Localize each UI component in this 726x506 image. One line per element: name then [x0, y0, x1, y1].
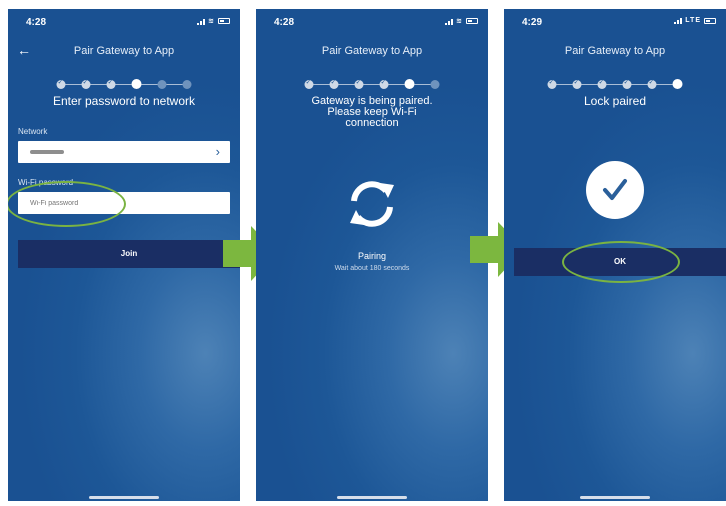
step-dot [81, 78, 91, 89]
screen-enter-password: 4:28 ≋ ← Pair Gateway to App Enter passw… [8, 9, 240, 501]
join-button[interactable]: Join [18, 240, 240, 268]
page-title: Pair Gateway to App [73, 45, 175, 57]
signal-icon [197, 18, 206, 25]
step-dot-current [404, 79, 415, 89]
step-dot [304, 78, 314, 89]
wifi-icon: ≋ [456, 18, 463, 25]
battery-icon [218, 18, 230, 24]
step-dot [547, 78, 557, 89]
chevron-right-icon: › [215, 144, 220, 159]
step-dot [622, 78, 632, 89]
status-indicators: ≋ [445, 17, 478, 25]
heading: Lock paired [583, 94, 647, 108]
status-bar: 4:28 ≋ [26, 17, 230, 29]
step-dot [354, 78, 364, 89]
status-time: 4:28 [274, 17, 295, 28]
status-time: 4:28 [26, 17, 47, 28]
home-indicator [580, 496, 650, 499]
status-indicators: LTE [674, 17, 716, 24]
step-dot [647, 78, 657, 89]
step-dot [430, 79, 440, 89]
step-dot [329, 78, 339, 89]
status-indicators: ≋ [197, 17, 230, 25]
heading-line: connection [345, 117, 399, 129]
progress-steps [547, 78, 683, 89]
screen-pairing: 4:28 ≋ Pair Gateway to App Gateway is be… [256, 9, 488, 501]
network-name-redacted [30, 150, 64, 154]
step-dot [572, 78, 582, 89]
step-dot-current [672, 79, 683, 89]
battery-icon [466, 18, 478, 24]
heading: Enter password to network [52, 94, 196, 108]
battery-icon [704, 17, 716, 24]
home-indicator [337, 496, 407, 499]
network-select[interactable]: › [18, 141, 230, 163]
status-time: 4:29 [522, 17, 543, 28]
signal-icon [445, 18, 454, 25]
status-bar: 4:29 LTE [522, 17, 716, 29]
ok-highlight-circle [562, 241, 680, 283]
step-dot [56, 78, 66, 89]
step-dot [106, 78, 116, 89]
wifi-icon: ≋ [208, 18, 215, 25]
step-dot [379, 78, 389, 89]
page-title: Pair Gateway to App [564, 45, 666, 57]
check-icon [603, 179, 627, 200]
network-label: Network [18, 127, 48, 136]
status-bar: 4:28 ≋ [274, 17, 478, 29]
progress-steps [56, 78, 192, 89]
sync-icon [350, 181, 394, 227]
password-highlight-circle [8, 181, 126, 227]
network-type: LTE [685, 17, 701, 24]
heading: Gateway is being paired. Please keep Wi-… [256, 96, 488, 129]
home-indicator [89, 496, 159, 499]
step-dot [157, 79, 167, 89]
check-circle [586, 161, 644, 219]
step-dot [182, 79, 192, 89]
pairing-status: Pairing [357, 251, 386, 261]
wait-text: Wait about 180 seconds [334, 265, 410, 272]
step-dot [597, 78, 607, 89]
step-dot-current [131, 79, 142, 89]
signal-icon [674, 17, 683, 24]
progress-steps [304, 78, 440, 89]
screen-lock-paired: 4:29 LTE Pair Gateway to App Lock paired… [504, 9, 726, 501]
page-title: Pair Gateway to App [321, 45, 423, 57]
